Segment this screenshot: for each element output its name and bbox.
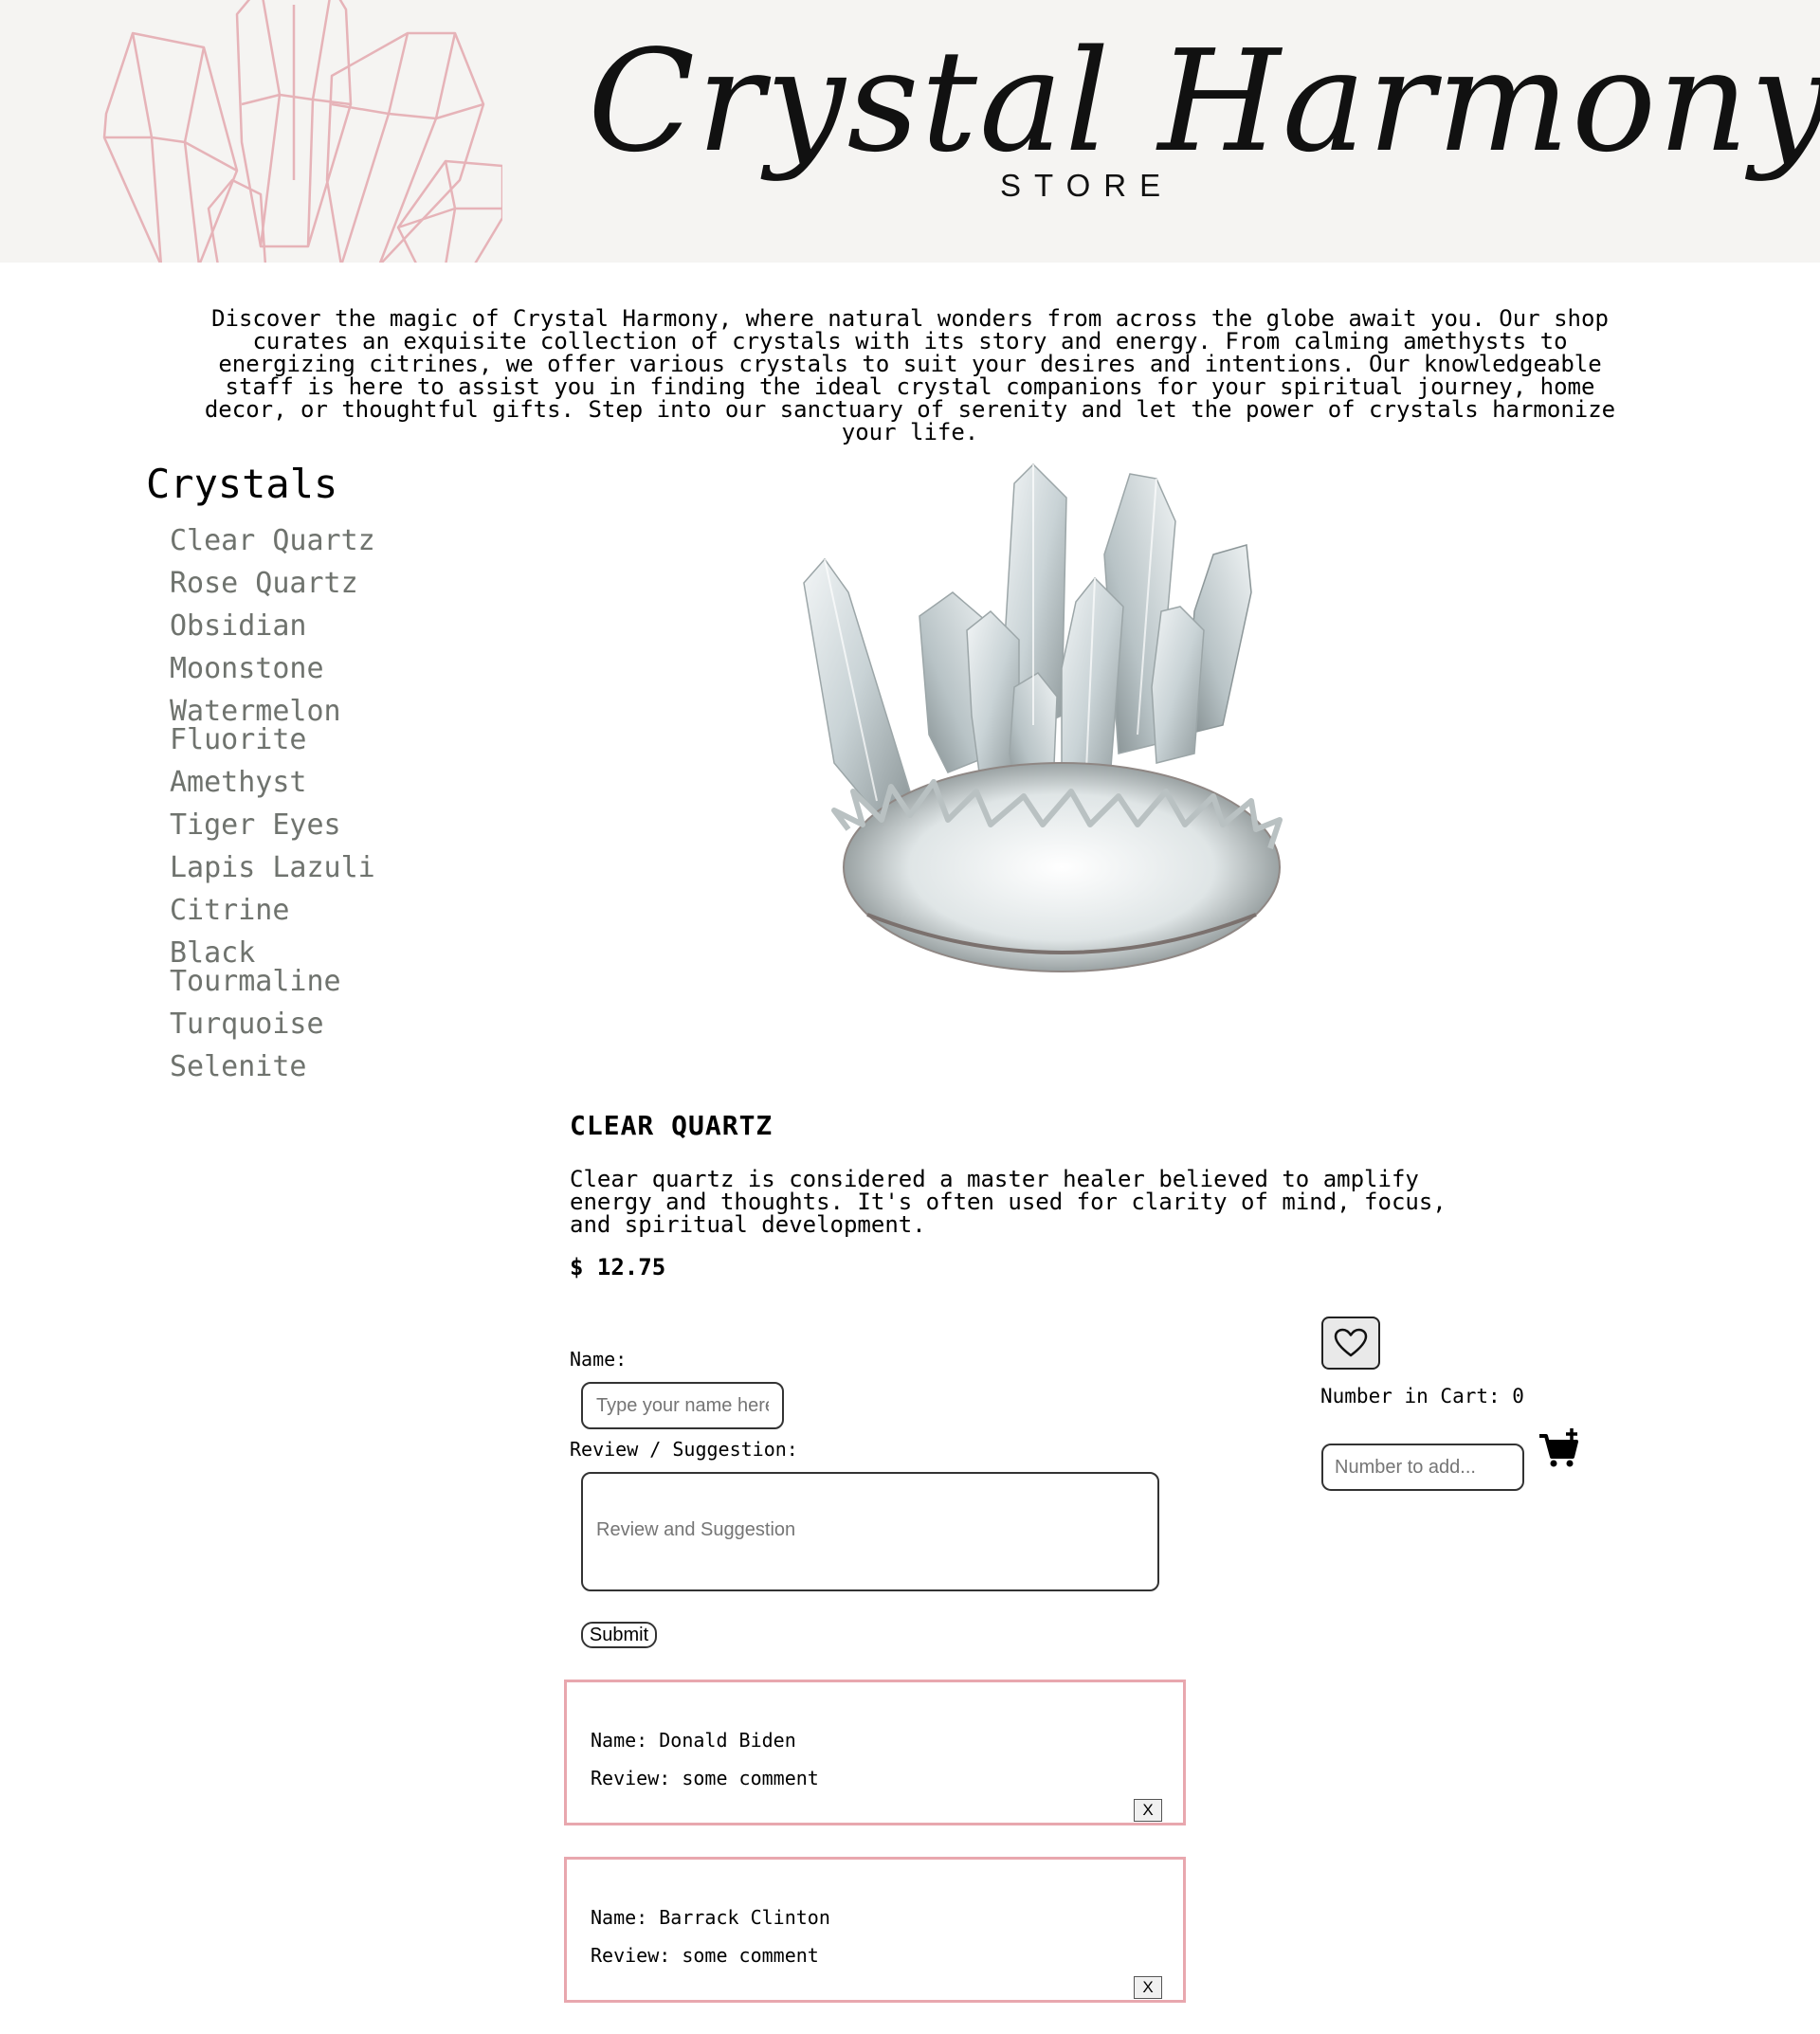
review-card: Name: Donald Biden Review: some comment … xyxy=(564,1680,1186,1825)
quantity-input[interactable] xyxy=(1321,1444,1524,1491)
sidebar-item-rose-quartz[interactable]: Rose Quartz xyxy=(170,570,397,598)
product-description: Clear quartz is considered a master heal… xyxy=(570,1166,1447,1238)
sidebar-item-clear-quartz[interactable]: Clear Quartz xyxy=(170,527,397,555)
heart-icon xyxy=(1334,1328,1368,1357)
crystal-cluster-illustration xyxy=(102,0,502,263)
review-textarea[interactable] xyxy=(581,1472,1159,1591)
name-label: Name: xyxy=(570,1348,628,1371)
product-price: $ 12.75 xyxy=(570,1254,666,1280)
sidebar-item-black-tourmaline[interactable]: Black Tourmaline xyxy=(170,939,397,996)
submit-button[interactable]: Submit xyxy=(581,1622,657,1648)
name-input[interactable] xyxy=(581,1382,784,1429)
review-text: Review: some comment xyxy=(591,1767,819,1789)
sidebar-item-watermelon-fluorite[interactable]: Watermelon Fluorite xyxy=(170,698,397,754)
sidebar-item-amethyst[interactable]: Amethyst xyxy=(170,769,397,797)
review-text: Review: some comment xyxy=(591,1944,819,1967)
sidebar-item-turquoise[interactable]: Turquoise xyxy=(170,1010,397,1039)
store-logo-title: Crystal Harmony xyxy=(588,20,1820,183)
sidebar-item-tiger-eyes[interactable]: Tiger Eyes xyxy=(170,811,397,840)
sidebar-item-selenite[interactable]: Selenite xyxy=(170,1053,397,1081)
clear-quartz-product-image xyxy=(803,463,1283,972)
review-author: Name: Donald Biden xyxy=(591,1729,796,1752)
product-name: CLEAR QUARTZ xyxy=(570,1110,774,1141)
intro-paragraph: Discover the magic of Crystal Harmony, w… xyxy=(204,305,1616,445)
site-banner: Crystal Harmony STORE xyxy=(0,0,1820,263)
sidebar-title: Crystals xyxy=(146,461,338,507)
review-author: Name: Barrack Clinton xyxy=(591,1906,830,1929)
sidebar-item-moonstone[interactable]: Moonstone xyxy=(170,655,397,683)
sidebar-item-lapis-lazuli[interactable]: Lapis Lazuli xyxy=(170,854,397,882)
sidebar-item-citrine[interactable]: Citrine xyxy=(170,897,397,925)
crystal-nav-list: Clear Quartz Rose Quartz Obsidian Moonst… xyxy=(170,527,397,1096)
add-to-cart-button[interactable] xyxy=(1538,1426,1581,1470)
cart-count: Number in Cart: 0 xyxy=(1320,1385,1524,1407)
review-card: Name: Barrack Clinton Review: some comme… xyxy=(564,1857,1186,2003)
review-label: Review / Suggestion: xyxy=(570,1438,798,1461)
favorite-button[interactable] xyxy=(1321,1317,1380,1370)
delete-review-button[interactable]: X xyxy=(1134,1976,1162,1999)
store-logo-subtitle: STORE xyxy=(1000,168,1174,203)
delete-review-button[interactable]: X xyxy=(1134,1799,1162,1822)
cart-plus-icon xyxy=(1539,1428,1578,1467)
sidebar-item-obsidian[interactable]: Obsidian xyxy=(170,612,397,641)
